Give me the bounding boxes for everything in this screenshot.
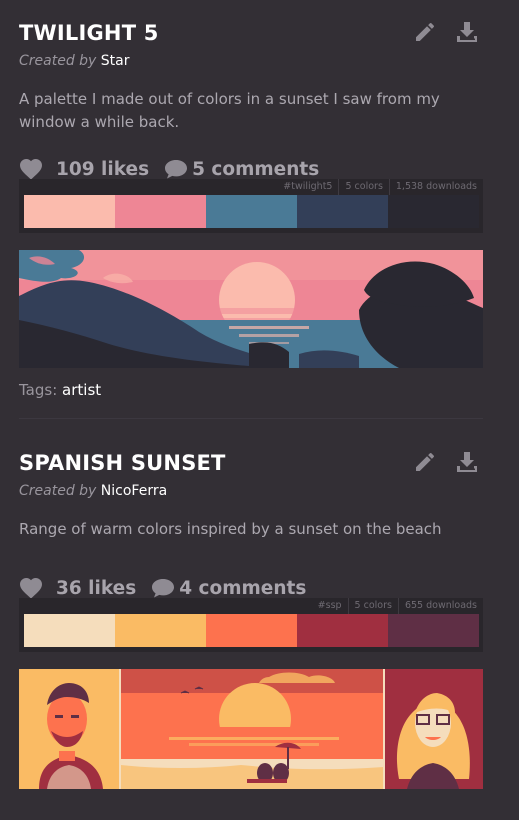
pencil-icon[interactable] xyxy=(413,450,437,474)
color-swatch[interactable] xyxy=(388,195,479,228)
color-swatch[interactable] xyxy=(297,614,388,647)
palette-meta: #ssp 5 colors 655 downloads xyxy=(311,598,483,614)
palette-card-spanish-sunset: SPANISH SUNSET Created by NicoFerra Rang… xyxy=(19,448,483,789)
section-divider xyxy=(19,418,483,419)
meta-color-count: 5 colors xyxy=(338,179,388,195)
color-swatch[interactable] xyxy=(297,195,388,228)
comments-stat[interactable]: 5 comments xyxy=(164,159,319,180)
color-swatch[interactable] xyxy=(206,614,297,647)
pencil-icon[interactable] xyxy=(413,20,437,44)
created-by-label: Created by xyxy=(19,483,97,499)
palette-meta: #twilight5 5 colors 1,538 downloads xyxy=(277,179,483,195)
likes-count: 36 likes xyxy=(56,577,137,599)
color-swatch[interactable] xyxy=(388,614,479,647)
speech-bubble-icon xyxy=(165,160,188,179)
tag-link[interactable]: artist xyxy=(62,381,101,399)
likes-stat[interactable]: 36 likes xyxy=(19,577,136,599)
swatch-panel: #twilight5 5 colors 1,538 downloads xyxy=(19,179,483,233)
example-artwork-sunset[interactable] xyxy=(19,250,483,368)
palette-actions xyxy=(413,450,479,474)
meta-hashtag[interactable]: #ssp xyxy=(312,598,348,614)
comments-count: 5 comments xyxy=(192,158,320,180)
meta-color-count: 5 colors xyxy=(347,598,398,614)
meta-downloads: 1,538 downloads xyxy=(388,179,483,195)
meta-downloads: 655 downloads xyxy=(397,598,483,614)
likes-stat[interactable]: 109 likes xyxy=(19,158,149,180)
download-icon[interactable] xyxy=(455,450,479,474)
download-icon[interactable] xyxy=(455,20,479,44)
created-by-label: Created by xyxy=(19,53,97,69)
likes-count: 109 likes xyxy=(56,158,150,180)
color-swatch[interactable] xyxy=(115,614,206,647)
color-swatch[interactable] xyxy=(24,195,115,228)
author-link[interactable]: NicoFerra xyxy=(101,483,167,499)
palette-description: A palette I made out of colors in a suns… xyxy=(19,90,440,131)
swatch-panel: #ssp 5 colors 655 downloads xyxy=(19,598,483,652)
heart-icon xyxy=(20,578,42,599)
palette-description: Range of warm colors inspired by a sunse… xyxy=(19,520,442,538)
speech-bubble-icon xyxy=(152,579,175,598)
palette-tags: Tags: artist xyxy=(19,380,483,400)
palette-creator: Created by Star xyxy=(19,50,483,72)
color-swatch[interactable] xyxy=(24,614,115,647)
palette-card-twilight5: TWILIGHT 5 Created by Star A palette I m… xyxy=(19,18,483,400)
palette-header: TWILIGHT 5 xyxy=(19,18,483,48)
color-swatch[interactable] xyxy=(206,195,297,228)
color-swatch[interactable] xyxy=(115,195,206,228)
tags-label: Tags: xyxy=(19,381,58,399)
author-link[interactable]: Star xyxy=(101,53,130,69)
example-artwork-portraits-beach[interactable] xyxy=(19,669,483,789)
palette-header: SPANISH SUNSET xyxy=(19,448,483,478)
meta-hashtag[interactable]: #twilight5 xyxy=(277,179,338,195)
heart-icon xyxy=(20,159,42,180)
palette-creator: Created by NicoFerra xyxy=(19,480,483,502)
palette-actions xyxy=(413,20,479,44)
comments-stat[interactable]: 4 comments xyxy=(151,578,306,599)
color-swatches xyxy=(24,195,479,228)
color-swatches xyxy=(24,614,479,647)
comments-count: 4 comments xyxy=(179,577,307,599)
